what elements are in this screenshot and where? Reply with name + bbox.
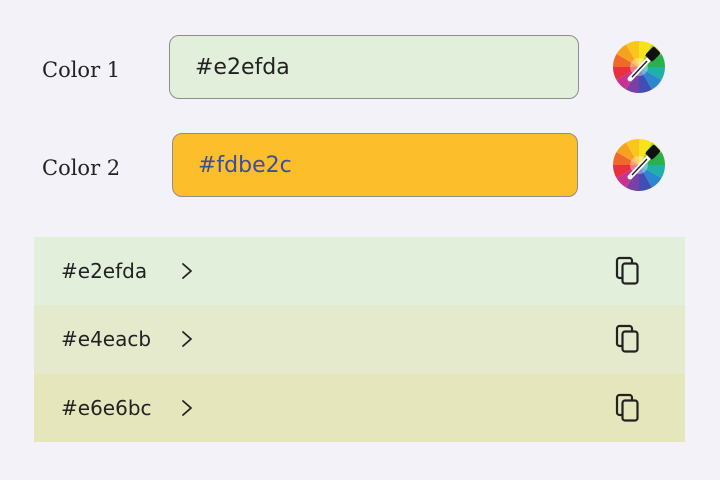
color-2-row: Color 2 #fdbe2c bbox=[0, 133, 720, 203]
color-1-label: Color 1 bbox=[42, 58, 121, 82]
copy-icon[interactable] bbox=[615, 393, 641, 423]
copy-icon[interactable] bbox=[615, 256, 641, 286]
color-1-row: Color 1 #e2efda bbox=[0, 35, 720, 105]
palette-item[interactable]: #e6e6bc bbox=[34, 373, 685, 442]
palette-item-hex: #e6e6bc bbox=[61, 395, 152, 420]
palette-item-hex: #e4eacb bbox=[61, 327, 152, 352]
color-1-input[interactable]: #e2efda bbox=[169, 35, 579, 99]
color-wheel-eyedropper-icon[interactable] bbox=[612, 138, 666, 192]
palette-item[interactable]: #e4eacb bbox=[34, 305, 685, 374]
copy-icon[interactable] bbox=[615, 324, 641, 354]
color-2-label: Color 2 bbox=[42, 156, 121, 180]
color-palette-list: #e2efda #e4eacb #e6e6bc bbox=[34, 237, 685, 442]
chevron-right-icon[interactable] bbox=[180, 262, 194, 280]
chevron-right-icon[interactable] bbox=[180, 399, 194, 417]
palette-item[interactable]: #e2efda bbox=[34, 237, 685, 306]
color-wheel-eyedropper-icon[interactable] bbox=[612, 40, 666, 94]
color-2-input[interactable]: #fdbe2c bbox=[172, 133, 578, 197]
chevron-right-icon[interactable] bbox=[180, 330, 194, 348]
palette-item-hex: #e2efda bbox=[61, 259, 148, 284]
